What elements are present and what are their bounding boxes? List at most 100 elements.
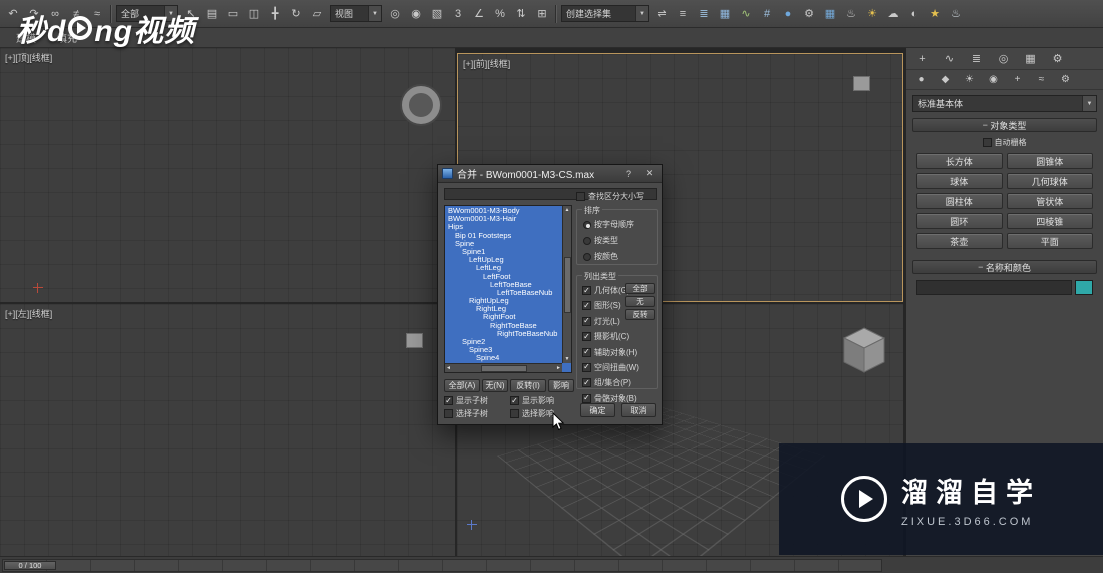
list-item[interactable]: Spine2 — [445, 337, 562, 346]
primitive-button[interactable]: 四棱锥 — [1006, 213, 1093, 229]
influences-button[interactable]: 影响 — [548, 379, 574, 392]
viewport-left[interactable]: [+][左][线框] — [0, 304, 455, 556]
list-item[interactable]: Spine3 — [445, 346, 562, 354]
primitive-button[interactable]: 球体 — [916, 173, 1003, 189]
helpers-category-icon[interactable]: + — [1007, 72, 1028, 88]
object-color-swatch[interactable] — [1075, 280, 1093, 295]
dialog-checkbox[interactable]: 显示子树 — [444, 395, 510, 406]
sort-radio[interactable]: 按类型 — [583, 235, 657, 246]
sort-radio[interactable]: 按颜色 — [583, 251, 657, 262]
cloud-icon[interactable]: ☁ — [883, 4, 903, 24]
vertical-scrollbar[interactable]: ▲ ▼ — [562, 206, 571, 363]
primitive-button[interactable]: 茶壶 — [916, 233, 1003, 249]
select-and-manipulate-icon[interactable]: ◉ — [406, 4, 426, 24]
select-and-move-icon[interactable]: ╋ — [265, 4, 285, 24]
close-icon[interactable]: ✕ — [641, 167, 658, 181]
edit-named-selection-sets-icon[interactable]: ⊞ — [532, 4, 552, 24]
select-and-rotate-icon[interactable]: ↻ — [286, 4, 306, 24]
horizontal-scrollbar[interactable]: ◄ ► — [445, 363, 562, 372]
primitive-button[interactable]: 圆锥体 — [1006, 153, 1093, 169]
lights-category-icon[interactable]: ☀ — [959, 72, 980, 88]
name-and-color-rollout[interactable]: 名称和颜色 — [912, 260, 1097, 274]
primitive-button[interactable]: 平面 — [1006, 233, 1093, 249]
viewport-front-label[interactable]: [+][前][线框] — [463, 57, 510, 70]
object-list-items[interactable]: BWom0001-M3-Body BWom0001-M3-Hair Hips Bip … — [445, 207, 562, 363]
list-item[interactable]: LeftUpLeg — [445, 256, 562, 264]
scroll-right-icon[interactable]: ► — [556, 365, 561, 371]
primitive-button[interactable]: 长方体 — [916, 153, 1003, 169]
autogrid-checkbox[interactable]: 自动栅格 — [906, 137, 1103, 148]
window-crossing-icon[interactable]: ◫ — [244, 4, 264, 24]
space-warps-category-icon[interactable]: ≈ — [1031, 72, 1052, 88]
display-tab-icon[interactable]: ▦ — [1019, 50, 1042, 68]
named-selection-sets-dropdown[interactable]: 创建选择集 ▼ — [561, 5, 649, 22]
scroll-down-icon[interactable]: ▼ — [565, 356, 570, 362]
material-editor-icon[interactable]: ● — [778, 4, 798, 24]
star-icon[interactable]: ★ — [925, 4, 945, 24]
environment-icon[interactable]: ☀ — [862, 4, 882, 24]
cancel-button[interactable]: 取消 — [621, 403, 656, 417]
types-invert-button[interactable]: 反转 — [625, 309, 655, 320]
scrollbar-thumb[interactable] — [480, 364, 527, 372]
list-type-checkbox[interactable]: 空间扭曲(W) — [582, 362, 657, 373]
rendered-frame-icon[interactable]: ▦ — [820, 4, 840, 24]
list-type-checkbox[interactable]: 组/集合(P) — [582, 377, 657, 388]
select-none-button[interactable]: 无(N) — [482, 379, 508, 392]
geometry-category-icon[interactable]: ● — [911, 72, 932, 88]
shapes-category-icon[interactable]: ◆ — [935, 72, 956, 88]
list-item[interactable]: Spine4 — [445, 354, 562, 362]
time-slider-track[interactable]: 0 / 100 — [2, 558, 882, 572]
sort-radio[interactable]: 按字母顺序 — [583, 219, 657, 230]
mirror-icon[interactable]: ⇌ — [652, 4, 672, 24]
systems-category-icon[interactable]: ⚙ — [1055, 72, 1076, 88]
scrollbar-thumb[interactable] — [563, 256, 571, 313]
select-by-name-icon[interactable]: ▤ — [202, 4, 222, 24]
time-slider-thumb[interactable]: 0 / 100 — [4, 560, 56, 570]
help-button[interactable]: ? — [620, 167, 637, 181]
cameras-category-icon[interactable]: ◉ — [983, 72, 1004, 88]
viewport-top[interactable]: [+][顶][线框] — [0, 48, 455, 302]
align-icon[interactable]: ≡ — [673, 4, 693, 24]
ok-button[interactable]: 确定 — [580, 403, 615, 417]
scroll-left-icon[interactable]: ◄ — [446, 365, 451, 371]
render-teapot-icon[interactable]: ♨ — [946, 4, 966, 24]
render-production-icon[interactable]: ♨ — [841, 4, 861, 24]
modify-tab-icon[interactable]: ∿ — [938, 50, 961, 68]
angle-snap-icon[interactable]: ∠ — [469, 4, 489, 24]
snap-toggle-icon[interactable]: 3 — [448, 4, 468, 24]
graphite-ribbon-icon[interactable]: ▦ — [715, 4, 735, 24]
list-type-checkbox[interactable]: 辅助对象(H) — [582, 347, 657, 358]
primitive-button[interactable]: 圆柱体 — [916, 193, 1003, 209]
motion-tab-icon[interactable]: ◎ — [992, 50, 1015, 68]
sphere-shade-icon[interactable]: ◐ — [904, 4, 924, 24]
types-none-button[interactable]: 无 — [625, 296, 655, 307]
viewport-left-label[interactable]: [+][左][线框] — [5, 307, 52, 320]
curve-editor-icon[interactable]: ∿ — [736, 4, 756, 24]
hierarchy-tab-icon[interactable]: ≣ — [965, 50, 988, 68]
list-type-checkbox[interactable]: 摄影机(C) — [582, 331, 657, 342]
create-tab-icon[interactable]: + — [911, 50, 934, 68]
spinner-snap-icon[interactable]: ⇅ — [511, 4, 531, 24]
primitive-button[interactable]: 圆环 — [916, 213, 1003, 229]
dialog-checkbox[interactable]: 显示影响 — [510, 395, 574, 406]
rectangular-selection-icon[interactable]: ▭ — [223, 4, 243, 24]
reference-coordinate-dropdown[interactable]: 视图 ▼ — [330, 5, 382, 22]
utilities-tab-icon[interactable]: ⚙ — [1046, 50, 1069, 68]
primitive-button[interactable]: 管状体 — [1006, 193, 1093, 209]
object-type-rollout[interactable]: 对象类型 — [912, 118, 1097, 132]
use-pivot-center-icon[interactable]: ◎ — [385, 4, 405, 24]
types-all-button[interactable]: 全部 — [625, 283, 655, 294]
object-name-input[interactable] — [916, 280, 1072, 295]
dialog-checkbox[interactable]: 选择子树 — [444, 408, 510, 419]
select-and-scale-icon[interactable]: ▱ — [307, 4, 327, 24]
schematic-view-icon[interactable]: # — [757, 4, 777, 24]
layer-manager-icon[interactable]: ≣ — [694, 4, 714, 24]
viewport-top-label[interactable]: [+][顶][线框] — [5, 51, 52, 64]
primitive-type-dropdown[interactable]: 标准基本体 ▼ — [912, 95, 1097, 112]
scroll-up-icon[interactable]: ▲ — [565, 207, 570, 213]
case-sensitive-checkbox[interactable]: 查找区分大小写 — [576, 191, 644, 202]
keyboard-override-icon[interactable]: ▧ — [427, 4, 447, 24]
select-invert-button[interactable]: 反转(I) — [510, 379, 546, 392]
percent-snap-icon[interactable]: % — [490, 4, 510, 24]
dialog-title-bar[interactable]: 合并 - BWom0001-M3-CS.max ? ✕ — [438, 165, 662, 183]
